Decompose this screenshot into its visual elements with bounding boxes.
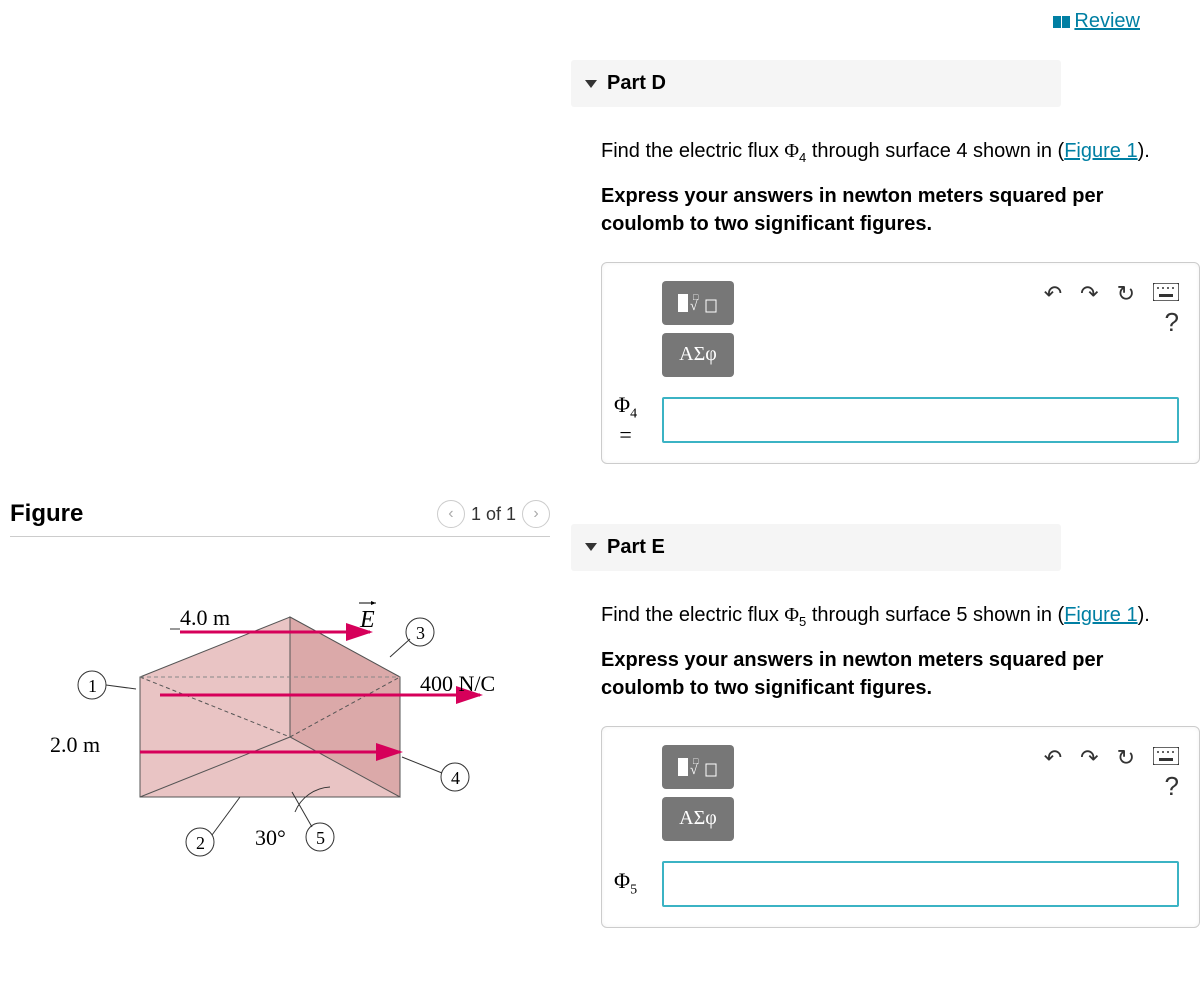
figure-title: Figure (10, 500, 83, 528)
chevron-down-icon (585, 543, 597, 551)
undo-icon[interactable]: ↶ (1044, 281, 1062, 307)
figure-1-link[interactable]: Figure 1 (1064, 140, 1137, 162)
part-e-answer-box: □√ ΑΣφ ↶ ↷ ↻ (601, 726, 1200, 928)
e-value: 400 N/C (420, 671, 495, 696)
templates-button[interactable]: □√ (662, 281, 734, 325)
svg-text:4: 4 (451, 768, 460, 788)
part-d: Part D Find the electric flux Φ4 through… (571, 60, 1200, 464)
dim-4m: 4.0 m (180, 605, 230, 630)
part-d-prompt: Find the electric flux Φ4 through surfac… (601, 137, 1161, 168)
svg-text:2: 2 (196, 833, 205, 853)
part-d-answer-input[interactable] (662, 397, 1179, 443)
svg-text:1: 1 (88, 676, 97, 696)
redo-icon[interactable]: ↷ (1080, 281, 1098, 307)
figure-next-button[interactable]: › (522, 500, 550, 528)
part-e: Part E Find the electric flux Φ5 through… (571, 524, 1200, 928)
svg-text:5: 5 (316, 828, 325, 848)
reset-icon[interactable]: ↻ (1117, 745, 1135, 771)
dim-2m: 2.0 m (50, 732, 100, 757)
figure-pager: ‹ 1 of 1 › (437, 500, 550, 528)
undo-icon[interactable]: ↶ (1044, 745, 1062, 771)
figure-1-link-e[interactable]: Figure 1 (1064, 604, 1137, 626)
part-e-header[interactable]: Part E (571, 524, 1061, 571)
phi-5-label: Φ5 (614, 868, 637, 898)
templates-button-e[interactable]: □√ (662, 745, 734, 789)
reset-icon[interactable]: ↻ (1117, 281, 1135, 307)
angle-label: 30° (255, 825, 286, 850)
part-d-header[interactable]: Part D (571, 60, 1061, 107)
review-link[interactable]: Review (1053, 10, 1140, 33)
help-button-e[interactable]: ? (1165, 771, 1179, 801)
figure-page-text: 1 of 1 (471, 504, 516, 525)
figure-image: 4.0 m 2.0 m E 400 N/C 30° 1 2 3 4 5 (10, 537, 550, 942)
book-icon (1053, 16, 1070, 28)
greek-button[interactable]: ΑΣφ (662, 333, 734, 377)
redo-icon[interactable]: ↷ (1080, 745, 1098, 771)
keyboard-icon[interactable] (1153, 281, 1179, 307)
help-button[interactable]: ? (1165, 307, 1179, 337)
figure-prev-button[interactable]: ‹ (437, 500, 465, 528)
part-d-answer-box: □√ ΑΣφ ↶ ↷ ↻ (601, 262, 1200, 464)
part-e-title: Part E (607, 536, 665, 559)
svg-text:√: √ (690, 299, 698, 314)
part-d-title: Part D (607, 72, 666, 95)
svg-text:√: √ (690, 763, 698, 778)
figure-header: Figure ‹ 1 of 1 › (10, 500, 550, 537)
part-e-prompt: Find the electric flux Φ5 through surfac… (601, 601, 1161, 632)
greek-button-e[interactable]: ΑΣφ (662, 797, 734, 841)
review-label: Review (1074, 10, 1140, 33)
svg-text:3: 3 (416, 623, 425, 643)
e-vector-label: E (359, 607, 375, 633)
part-d-instructions: Express your answers in newton meters sq… (601, 182, 1161, 238)
part-e-instructions: Express your answers in newton meters sq… (601, 646, 1161, 702)
part-e-answer-input[interactable] (662, 861, 1179, 907)
chevron-down-icon (585, 80, 597, 88)
keyboard-icon[interactable] (1153, 745, 1179, 771)
phi-4-label: Φ4 = (614, 392, 637, 448)
